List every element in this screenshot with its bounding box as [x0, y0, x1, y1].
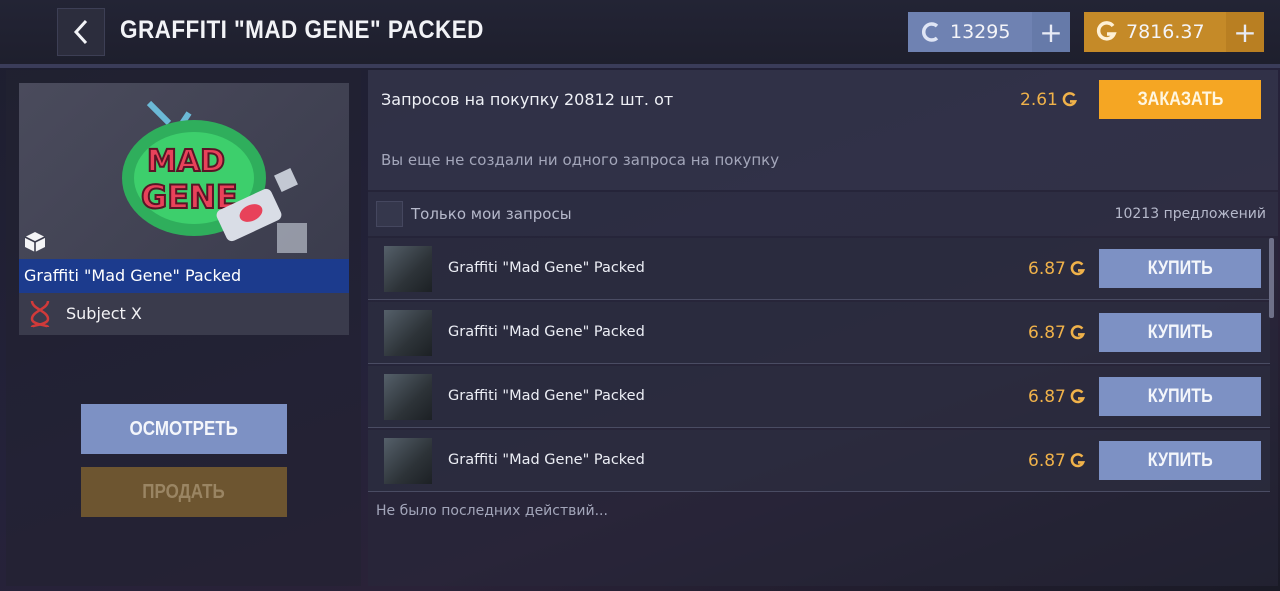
listing-price: 6.87 [1028, 387, 1086, 407]
listing-name: Graffiti "Mad Gene" Packed [448, 260, 645, 276]
listing-row: Graffiti "Mad Gene" Packed 6.87 КУПИТЬ [368, 366, 1270, 428]
order-button-label: ЗАКАЗАТЬ [1137, 88, 1223, 110]
buy-button[interactable]: КУПИТЬ [1099, 249, 1261, 288]
item-image: MAD GENE [19, 83, 349, 259]
request-price: 2.61 [1020, 90, 1078, 110]
gold-balance-value: 7816.37 [1126, 21, 1205, 43]
listing-price-value: 6.87 [1028, 323, 1066, 343]
buy-button[interactable]: КУПИТЬ [1099, 377, 1261, 416]
buy-button-label: КУПИТЬ [1147, 449, 1213, 471]
recent-activity-text: Не было последних действий... [376, 503, 608, 519]
silver-balance: 13295 + [908, 12, 1070, 52]
listing-price: 6.87 [1028, 323, 1086, 343]
gold-coin-icon [1096, 21, 1117, 41]
buy-button-label: КУПИТЬ [1147, 321, 1213, 343]
page-title: GRAFFITI "MAD GENE" PACKED [120, 16, 484, 44]
sell-button-label: ПРОДАТЬ [142, 480, 226, 503]
collection-name: Subject X [66, 304, 142, 323]
listing-row: Graffiti "Mad Gene" Packed 6.87 КУПИТЬ [368, 238, 1270, 300]
subject-x-collection-icon [30, 300, 50, 329]
gold-currency-icon [1070, 453, 1085, 468]
listing-name: Graffiti "Mad Gene" Packed [448, 324, 645, 340]
item-thumbnail [384, 310, 432, 356]
silver-coin-icon [921, 22, 939, 42]
package-icon [24, 232, 46, 252]
gold-balance: 7816.37 + [1084, 12, 1264, 52]
add-silver-button[interactable]: + [1032, 12, 1070, 52]
sell-button: ПРОДАТЬ [81, 467, 287, 517]
listing-name: Graffiti "Mad Gene" Packed [448, 388, 645, 404]
listing-row: Graffiti "Mad Gene" Packed 6.87 КУПИТЬ [368, 302, 1270, 364]
listing-price-value: 6.87 [1028, 451, 1066, 471]
listing-price-value: 6.87 [1028, 387, 1066, 407]
buy-button[interactable]: КУПИТЬ [1099, 313, 1261, 352]
order-button[interactable]: ЗАКАЗАТЬ [1099, 80, 1261, 119]
listing-row: Graffiti "Mad Gene" Packed 6.87 КУПИТЬ [368, 430, 1270, 492]
request-price-value: 2.61 [1020, 90, 1058, 110]
chevron-left-icon [73, 19, 88, 45]
gold-currency-icon [1070, 325, 1085, 340]
collection-row: Subject X [19, 293, 349, 335]
buy-requests-label: Запросов на покупку 20812 шт. от [381, 90, 674, 109]
buy-button-label: КУПИТЬ [1147, 385, 1213, 407]
item-thumbnail [384, 438, 432, 484]
inspect-button-label: ОСМОТРЕТЬ [129, 417, 239, 440]
listing-name: Graffiti "Mad Gene" Packed [448, 452, 645, 468]
gold-currency-icon [1070, 389, 1085, 404]
graffiti-image: MAD GENE [122, 100, 307, 253]
only-my-requests-label: Только мои запросы [411, 205, 572, 223]
back-button[interactable] [57, 8, 105, 56]
gold-currency-icon [1070, 261, 1085, 276]
listing-price: 6.87 [1028, 451, 1086, 471]
requests-empty-text: Вы еще не создали ни одного запроса на п… [381, 151, 780, 169]
silver-balance-value: 13295 [950, 21, 1011, 43]
gold-currency-icon [1062, 92, 1077, 107]
inspect-button[interactable]: ОСМОТРЕТЬ [81, 404, 287, 454]
svg-text:MAD: MAD [147, 144, 225, 179]
listings-scrollbar[interactable] [1269, 238, 1274, 318]
add-gold-button[interactable]: + [1226, 12, 1264, 52]
item-name: Graffiti "Mad Gene" Packed [24, 266, 242, 285]
header-divider [0, 64, 1280, 68]
only-my-requests-checkbox[interactable] [376, 201, 403, 227]
item-thumbnail [384, 374, 432, 420]
item-name-bar: Graffiti "Mad Gene" Packed [19, 259, 349, 293]
offers-count: 10213 предложений [1114, 206, 1266, 222]
item-thumbnail [384, 246, 432, 292]
buy-button[interactable]: КУПИТЬ [1099, 441, 1261, 480]
listing-price: 6.87 [1028, 259, 1086, 279]
listing-price-value: 6.87 [1028, 259, 1066, 279]
buy-button-label: КУПИТЬ [1147, 257, 1213, 279]
